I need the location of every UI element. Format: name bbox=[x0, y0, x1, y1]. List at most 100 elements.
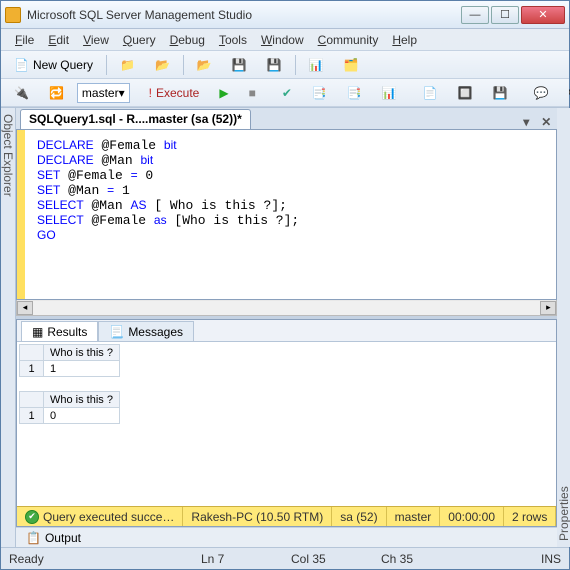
open-icon: 📁 bbox=[120, 58, 135, 72]
parse-button[interactable]: ✔ bbox=[275, 82, 299, 104]
connections-button[interactable]: 🔌 bbox=[7, 82, 36, 104]
tab-messages[interactable]: 📃 Messages bbox=[98, 321, 194, 341]
comment-icon: 💬 bbox=[534, 86, 549, 100]
activity-button[interactable]: 📊 bbox=[302, 54, 331, 76]
plan-icon: 📑 bbox=[347, 86, 362, 100]
registered-button[interactable]: 🗂️ bbox=[337, 54, 366, 76]
save-all-button[interactable]: 💾 bbox=[260, 54, 289, 76]
minimize-button[interactable]: — bbox=[461, 6, 489, 24]
check-icon: ✔ bbox=[282, 86, 292, 100]
menu-tools[interactable]: Tools bbox=[213, 31, 253, 49]
save-button[interactable]: 💾 bbox=[225, 54, 254, 76]
open-file-button[interactable]: 📂 bbox=[190, 54, 219, 76]
menu-debug[interactable]: Debug bbox=[164, 31, 211, 49]
column-header[interactable]: Who is this ? bbox=[44, 345, 120, 361]
menu-edit[interactable]: Edit bbox=[42, 31, 75, 49]
status-ln: Ln 7 bbox=[201, 552, 291, 566]
new-query-label: New Query bbox=[33, 58, 93, 72]
scroll-right-button[interactable]: ▸ bbox=[540, 301, 556, 315]
column-header[interactable]: Who is this ? bbox=[44, 392, 120, 408]
status-msg: Query executed succe… bbox=[43, 510, 174, 524]
results-file-button[interactable]: 💾 bbox=[486, 82, 515, 104]
scroll-track[interactable] bbox=[33, 301, 540, 315]
results-grid-button[interactable]: 🔲 bbox=[451, 82, 480, 104]
messages-icon: 📃 bbox=[109, 325, 124, 339]
status-server: Rakesh-PC (10.50 RTM) bbox=[183, 507, 332, 526]
result-grid[interactable]: Who is this ?11 bbox=[19, 344, 120, 377]
row-header[interactable]: 1 bbox=[20, 408, 44, 424]
change-conn-button[interactable]: 🔁 bbox=[42, 82, 71, 104]
grid-icon: ▦ bbox=[32, 325, 43, 339]
results-grid-icon: 🔲 bbox=[458, 86, 473, 100]
registered-icon: 🗂️ bbox=[344, 58, 359, 72]
status-db: master bbox=[387, 507, 441, 526]
new-query-button[interactable]: 📄 New Query bbox=[7, 54, 100, 76]
tab-close-button[interactable]: ✕ bbox=[535, 115, 557, 129]
folder-icon: 📂 bbox=[155, 58, 170, 72]
open-button[interactable]: 📁 bbox=[113, 54, 142, 76]
status-rows: 2 rows bbox=[504, 507, 556, 526]
sql-editor[interactable]: DECLARE @Female bit DECLARE @Man bit SET… bbox=[16, 130, 557, 300]
tab-results[interactable]: ▦ Results bbox=[21, 321, 98, 341]
execute-icon: ! bbox=[149, 86, 152, 100]
folder-button[interactable]: 📂 bbox=[148, 54, 177, 76]
plan2-button[interactable]: 📑 bbox=[340, 82, 369, 104]
properties-tab[interactable]: Properties bbox=[557, 108, 570, 547]
results-pane: ▦ Results 📃 Messages Who is this ?11Who … bbox=[16, 319, 557, 527]
results-text-icon: 📄 bbox=[423, 86, 438, 100]
menu-view[interactable]: View bbox=[77, 31, 115, 49]
open-file-icon: 📂 bbox=[197, 58, 212, 72]
close-button[interactable]: ✕ bbox=[521, 6, 565, 24]
statusbar: Ready Ln 7 Col 35 Ch 35 INS bbox=[1, 547, 569, 569]
titlebar[interactable]: Microsoft SQL Server Management Studio —… bbox=[1, 1, 569, 29]
toolbar-main: 📄 New Query 📁 📂 📂 💾 💾 📊 🗂️ bbox=[1, 51, 569, 79]
separator bbox=[295, 55, 296, 75]
change-conn-icon: 🔁 bbox=[49, 86, 64, 100]
chevron-down-icon: ▾ bbox=[119, 86, 125, 100]
stats-button[interactable]: 📊 bbox=[375, 82, 404, 104]
main-area: SQLQuery1.sql - R....master (sa (52))* ▾… bbox=[16, 108, 557, 547]
maximize-button[interactable]: ☐ bbox=[491, 6, 519, 24]
results-text-button[interactable]: 📄 bbox=[416, 82, 445, 104]
results-file-icon: 💾 bbox=[493, 86, 508, 100]
app-icon bbox=[5, 7, 21, 23]
scroll-left-button[interactable]: ◂ bbox=[17, 301, 33, 315]
window-title: Microsoft SQL Server Management Studio bbox=[27, 8, 461, 22]
menu-community[interactable]: Community bbox=[312, 31, 385, 49]
object-explorer-tab[interactable]: Object Explorer bbox=[1, 108, 16, 547]
menu-window[interactable]: Window bbox=[255, 31, 310, 49]
row-header[interactable]: 1 bbox=[20, 361, 44, 377]
plan1-button[interactable]: 📑 bbox=[305, 82, 334, 104]
new-query-icon: 📄 bbox=[14, 58, 29, 72]
editor-hscroll[interactable]: ◂ ▸ bbox=[16, 300, 557, 316]
output-tab[interactable]: 📋 Output bbox=[16, 527, 557, 547]
cell[interactable]: 1 bbox=[44, 361, 120, 377]
document-tabs: SQLQuery1.sql - R....master (sa (52))* ▾… bbox=[16, 108, 557, 130]
code-area[interactable]: DECLARE @Female bit DECLARE @Man bit SET… bbox=[25, 130, 556, 299]
stop-button[interactable]: ■ bbox=[242, 82, 263, 104]
connections-icon: 🔌 bbox=[14, 86, 29, 100]
execute-button[interactable]: ! Execute bbox=[142, 82, 207, 104]
doc-tab-active[interactable]: SQLQuery1.sql - R....master (sa (52))* bbox=[20, 109, 251, 129]
plan-icon: 📑 bbox=[312, 86, 327, 100]
status-time: 00:00:00 bbox=[440, 507, 504, 526]
status-user: sa (52) bbox=[332, 507, 386, 526]
separator bbox=[106, 55, 107, 75]
stats-icon: 📊 bbox=[382, 86, 397, 100]
menu-file[interactable]: File bbox=[9, 31, 40, 49]
comment-button[interactable]: 💬 bbox=[527, 82, 556, 104]
status-ins: INS bbox=[471, 552, 561, 566]
database-select[interactable]: master ▾ bbox=[77, 83, 130, 103]
save-icon: 💾 bbox=[232, 58, 247, 72]
output-icon: 📋 bbox=[26, 531, 41, 545]
debug-run-button[interactable]: ▶ bbox=[212, 82, 235, 104]
menu-query[interactable]: Query bbox=[117, 31, 162, 49]
uncomment-button[interactable]: 💬 bbox=[562, 82, 570, 104]
menu-help[interactable]: Help bbox=[386, 31, 423, 49]
play-icon: ▶ bbox=[219, 86, 228, 100]
tab-dropdown-button[interactable]: ▾ bbox=[517, 115, 535, 129]
result-grid[interactable]: Who is this ?10 bbox=[19, 391, 120, 424]
cell[interactable]: 0 bbox=[44, 408, 120, 424]
success-icon: ✔ bbox=[25, 510, 39, 524]
status-col: Col 35 bbox=[291, 552, 381, 566]
